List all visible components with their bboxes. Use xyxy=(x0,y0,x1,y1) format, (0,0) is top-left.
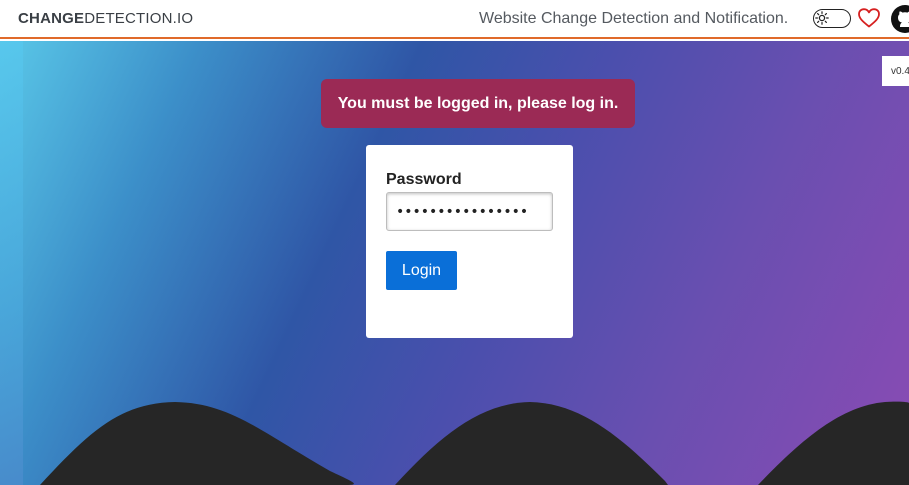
heart-icon[interactable] xyxy=(858,8,880,28)
login-button[interactable]: Login xyxy=(386,251,457,290)
github-icon[interactable] xyxy=(890,4,909,34)
brand-light-text: DETECTION.IO xyxy=(84,10,194,27)
sun-icon xyxy=(815,11,829,25)
login-required-flash-message: You must be logged in, please log in. xyxy=(321,79,635,128)
brand-bold-text: CHANGE xyxy=(18,10,85,27)
version-tag[interactable]: v0.4 xyxy=(882,56,909,86)
brand-logo-link[interactable]: CHANGEDETECTION.IO xyxy=(18,10,193,27)
top-header: CHANGEDETECTION.IO Website Change Detect… xyxy=(0,0,909,39)
main-background: v0.4 You must be logged in, please log i… xyxy=(0,41,909,485)
site-tagline: Website Change Detection and Notificatio… xyxy=(479,10,789,27)
password-input[interactable] xyxy=(386,192,553,231)
dark-mode-toggle[interactable] xyxy=(813,9,851,28)
password-label: Password xyxy=(386,171,462,188)
login-form: Password Login xyxy=(366,145,573,338)
